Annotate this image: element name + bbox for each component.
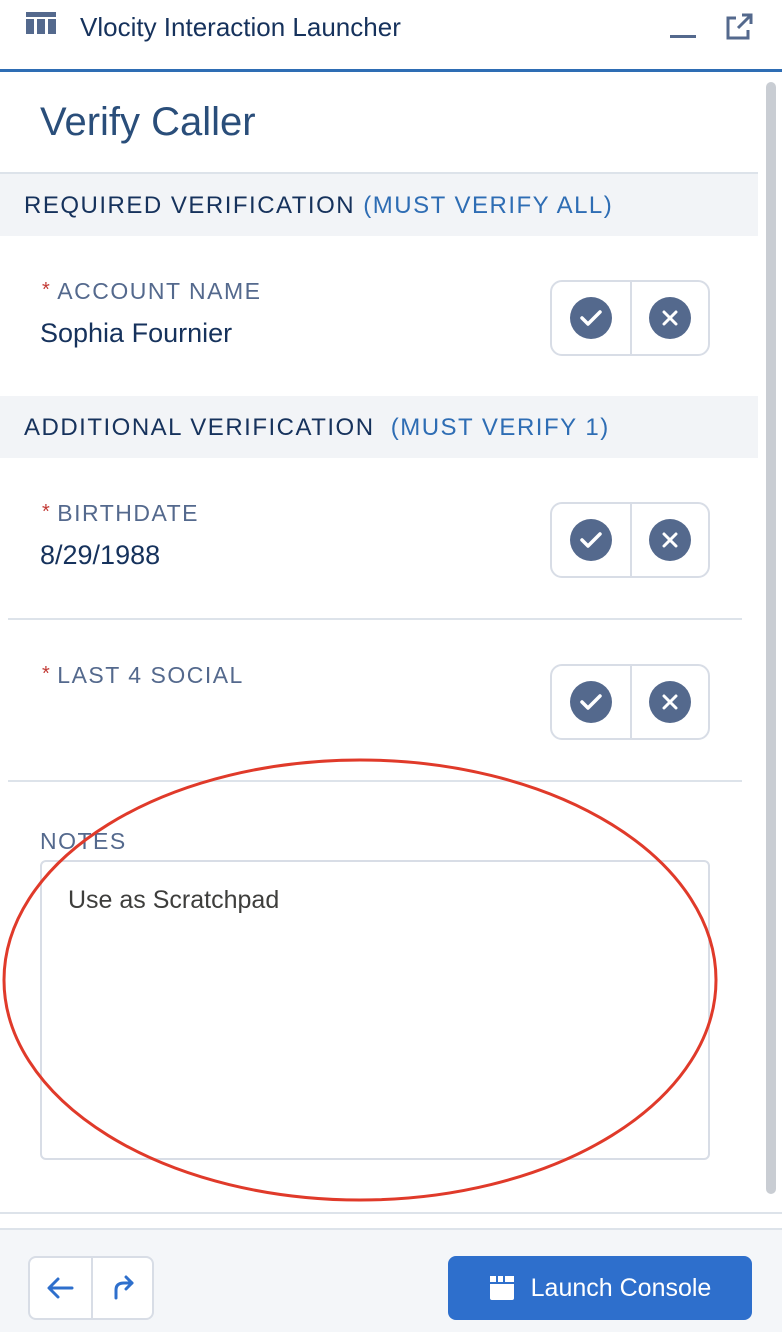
verify-button[interactable] bbox=[552, 282, 630, 354]
close-icon bbox=[662, 310, 678, 326]
scrollbar[interactable] bbox=[766, 82, 776, 1194]
verify-button-group bbox=[550, 502, 710, 578]
launch-console-label: Launch Console bbox=[530, 1273, 712, 1302]
redo-button[interactable] bbox=[90, 1258, 152, 1318]
field-last-4-social: * LAST 4 SOCIAL bbox=[0, 620, 758, 780]
popout-icon bbox=[726, 13, 753, 40]
section-requirement: (MUST VERIFY ALL) bbox=[363, 192, 614, 219]
field-label-text: BIRTHDATE bbox=[57, 500, 200, 526]
verify-button-group bbox=[550, 280, 710, 356]
field-account-name: * ACCOUNT NAME Sophia Fournier bbox=[0, 236, 758, 396]
notes-textarea[interactable]: Use as Scratchpad bbox=[40, 860, 710, 1160]
field-value: 8/29/1988 bbox=[40, 540, 161, 570]
close-icon bbox=[662, 694, 678, 710]
footer: Launch Console bbox=[0, 1228, 782, 1332]
additional-verification-header: ADDITIONAL VERIFICATION (MUST VERIFY 1) bbox=[0, 396, 758, 458]
verify-button[interactable] bbox=[552, 504, 630, 576]
reject-button[interactable] bbox=[629, 504, 708, 576]
verify-button-group bbox=[550, 664, 710, 740]
arrow-left-icon bbox=[47, 1277, 74, 1299]
nav-button-group bbox=[28, 1256, 154, 1320]
section-title: ADDITIONAL VERIFICATION (MUST VERIFY 1) bbox=[24, 414, 610, 442]
required-marker: * bbox=[42, 279, 52, 301]
check-icon bbox=[580, 310, 602, 326]
header-accent-line bbox=[0, 69, 782, 72]
field-label: * BIRTHDATE bbox=[42, 500, 199, 527]
launch-console-button[interactable]: Launch Console bbox=[448, 1256, 752, 1320]
section-title: REQUIRED VERIFICATION (MUST VERIFY ALL) bbox=[24, 192, 613, 220]
reject-button[interactable] bbox=[629, 282, 708, 354]
close-icon bbox=[662, 532, 678, 548]
field-label: * LAST 4 SOCIAL bbox=[42, 662, 244, 689]
required-marker: * bbox=[42, 501, 52, 523]
popout-button[interactable] bbox=[724, 12, 756, 42]
check-icon bbox=[580, 532, 602, 548]
table-icon bbox=[26, 12, 56, 34]
minimize-button[interactable] bbox=[668, 14, 700, 42]
field-birthdate: * BIRTHDATE 8/29/1988 bbox=[0, 458, 758, 618]
page-title: Verify Caller bbox=[40, 100, 256, 144]
required-verification-header: REQUIRED VERIFICATION (MUST VERIFY ALL) bbox=[0, 174, 758, 236]
field-label-text: ACCOUNT NAME bbox=[57, 278, 262, 304]
required-marker: * bbox=[42, 663, 52, 685]
verify-button[interactable] bbox=[552, 666, 630, 738]
divider bbox=[0, 1212, 782, 1214]
section-label: REQUIRED VERIFICATION bbox=[24, 192, 356, 219]
section-requirement: (MUST VERIFY 1) bbox=[390, 414, 610, 441]
notes-label: NOTES bbox=[40, 828, 127, 854]
window-title: Vlocity Interaction Launcher bbox=[80, 12, 401, 42]
field-value: Sophia Fournier bbox=[40, 318, 233, 348]
field-label-text: LAST 4 SOCIAL bbox=[57, 662, 244, 688]
check-icon bbox=[580, 694, 602, 710]
notes-text: Use as Scratchpad bbox=[68, 886, 280, 914]
section-label: ADDITIONAL VERIFICATION bbox=[24, 414, 375, 441]
console-icon bbox=[489, 1276, 514, 1300]
redo-icon bbox=[114, 1275, 134, 1300]
divider bbox=[8, 780, 742, 782]
utility-bar: Vlocity Interaction Launcher bbox=[0, 0, 782, 72]
reject-button[interactable] bbox=[629, 666, 708, 738]
field-label: * ACCOUNT NAME bbox=[42, 278, 261, 305]
minimize-icon bbox=[670, 35, 696, 38]
back-button[interactable] bbox=[30, 1258, 91, 1318]
